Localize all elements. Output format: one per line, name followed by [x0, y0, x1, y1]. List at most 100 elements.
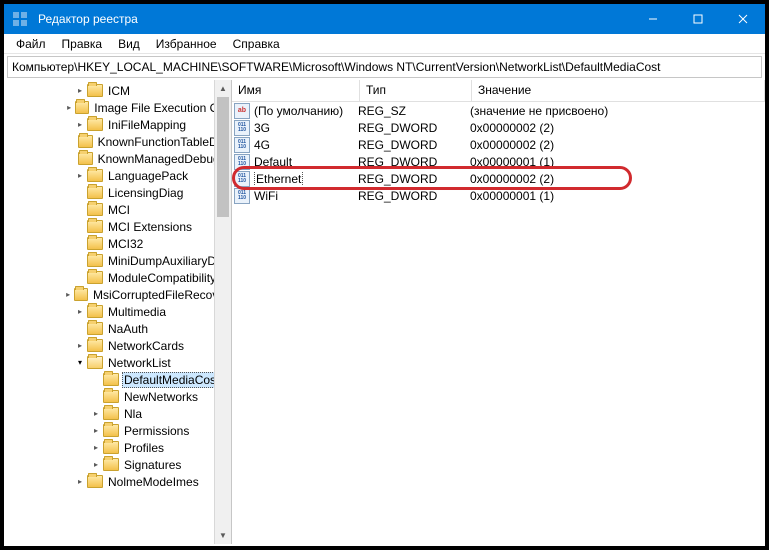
maximize-button[interactable] [675, 4, 720, 34]
tree-node[interactable]: MCI [6, 201, 231, 218]
tree-node[interactable]: ▸ Profiles [6, 439, 231, 456]
tree-node-label: Profiles [122, 441, 166, 455]
col-name[interactable]: Имя [232, 80, 360, 101]
titlebar[interactable]: Редактор реестра [4, 4, 765, 34]
tree-node[interactable]: NaAuth [6, 320, 231, 337]
menu-help[interactable]: Справка [225, 35, 288, 53]
chevron-right-icon[interactable]: ▸ [90, 408, 102, 420]
tree-node[interactable]: ▸NolmeModeImes [6, 473, 231, 490]
folder-icon [87, 220, 103, 233]
value-row[interactable]: 011110DefaultREG_DWORD0x00000001 (1) [232, 153, 765, 170]
tree-node-label: MiniDumpAuxiliaryDlls [106, 254, 229, 268]
tree-node[interactable]: ModuleCompatibility [6, 269, 231, 286]
chevron-right-icon[interactable]: ▸ [74, 119, 86, 131]
twisty-none [74, 323, 86, 335]
folder-icon [87, 356, 103, 369]
minimize-button[interactable] [630, 4, 675, 34]
tree-node[interactable]: ▾ NetworkList [6, 354, 231, 371]
value-row[interactable]: 0111103GREG_DWORD0x00000002 (2) [232, 119, 765, 136]
col-value[interactable]: Значение [472, 80, 765, 101]
tree-node[interactable]: MiniDumpAuxiliaryDlls [6, 252, 231, 269]
tree-node-label: MsiCorruptedFileRecover [91, 288, 231, 302]
value-name: (По умолчанию) [254, 104, 358, 118]
value-row[interactable]: 0111104GREG_DWORD0x00000002 (2) [232, 136, 765, 153]
col-type[interactable]: Тип [360, 80, 472, 101]
folder-icon [87, 254, 103, 267]
value-name: Ethernet [254, 172, 358, 186]
tree-node[interactable]: ▸IniFileMapping [6, 116, 231, 133]
tree-node[interactable]: ▸Multimedia [6, 303, 231, 320]
folder-icon [87, 339, 103, 352]
chevron-right-icon[interactable]: ▸ [74, 170, 86, 182]
chevron-right-icon[interactable]: ▸ [74, 340, 86, 352]
tree-node-label: NetworkList [106, 356, 173, 370]
folder-icon [103, 458, 119, 471]
value-name: 3G [254, 121, 358, 135]
tree-node[interactable]: LicensingDiag [6, 184, 231, 201]
value-type: REG_DWORD [358, 172, 470, 186]
close-button[interactable] [720, 4, 765, 34]
chevron-right-icon[interactable]: ▸ [90, 442, 102, 454]
twisty-none [90, 391, 102, 403]
twisty-none [74, 204, 86, 216]
value-row[interactable]: 011110EthernetREG_DWORD0x00000002 (2) [232, 170, 765, 187]
folder-icon [75, 101, 89, 114]
scroll-thumb[interactable] [217, 97, 229, 217]
tree-node-label: Nla [122, 407, 144, 421]
values-pane: Имя Тип Значение ab(По умолчанию)REG_SZ(… [232, 80, 765, 544]
tree-node-label: ICM [106, 84, 132, 98]
tree-node[interactable]: ▸Permissions [6, 422, 231, 439]
tree-node[interactable]: ▸ ICM [6, 82, 231, 99]
tree-node[interactable]: ▸Image File Execution Opt [6, 99, 231, 116]
chevron-right-icon[interactable]: ▸ [63, 289, 73, 301]
chevron-right-icon[interactable]: ▸ [74, 85, 86, 97]
scroll-up[interactable]: ▲ [215, 80, 231, 97]
value-type: REG_DWORD [358, 155, 470, 169]
tree-scrollbar[interactable]: ▲ ▼ [214, 80, 231, 544]
folder-icon [87, 305, 103, 318]
folder-icon [87, 475, 103, 488]
tree-node[interactable]: MCI32 [6, 235, 231, 252]
folder-icon [87, 322, 103, 335]
tree-node[interactable]: ▸Signatures [6, 456, 231, 473]
tree-node[interactable]: MCI Extensions [6, 218, 231, 235]
dword-value-icon: 011110 [234, 171, 250, 187]
value-type: REG_DWORD [358, 121, 470, 135]
tree-node[interactable]: DefaultMediaCost [6, 371, 231, 388]
value-data: (значение не присвоено) [470, 104, 765, 118]
value-row[interactable]: 011110WiFiREG_DWORD0x00000001 (1) [232, 187, 765, 204]
tree-node[interactable]: NewNetworks [6, 388, 231, 405]
twisty-none [74, 187, 86, 199]
menu-view[interactable]: Вид [110, 35, 148, 53]
tree-node-label: LanguagePack [106, 169, 190, 183]
chevron-right-icon[interactable]: ▸ [90, 459, 102, 471]
registry-tree[interactable]: ▸ ICM▸Image File Execution Opt▸IniFileMap… [4, 80, 232, 544]
value-data: 0x00000002 (2) [470, 138, 765, 152]
menu-file[interactable]: Файл [8, 35, 54, 53]
tree-node-label: MCI32 [106, 237, 145, 251]
twisty-none [74, 221, 86, 233]
folder-icon [103, 407, 119, 420]
chevron-down-icon[interactable]: ▾ [74, 357, 86, 369]
folder-icon [87, 237, 103, 250]
chevron-right-icon[interactable]: ▸ [74, 476, 86, 488]
value-data: 0x00000002 (2) [470, 121, 765, 135]
value-row[interactable]: ab(По умолчанию)REG_SZ(значение не присв… [232, 102, 765, 119]
tree-node[interactable]: ▸ Nla [6, 405, 231, 422]
tree-node[interactable]: ▸NetworkCards [6, 337, 231, 354]
chevron-right-icon[interactable]: ▸ [64, 102, 74, 114]
menu-edit[interactable]: Правка [54, 35, 111, 53]
scroll-down[interactable]: ▼ [215, 527, 231, 544]
twisty-none [74, 255, 86, 267]
menu-favorites[interactable]: Избранное [148, 35, 225, 53]
chevron-right-icon[interactable]: ▸ [74, 306, 86, 318]
menubar: Файл Правка Вид Избранное Справка [4, 34, 765, 54]
folder-icon [87, 169, 103, 182]
tree-node[interactable]: KnownFunctionTableDlls [6, 133, 231, 150]
chevron-right-icon[interactable]: ▸ [90, 425, 102, 437]
address-bar[interactable]: Компьютер\HKEY_LOCAL_MACHINE\SOFTWARE\Mi… [7, 56, 762, 78]
tree-node[interactable]: ▸ LanguagePack [6, 167, 231, 184]
tree-node[interactable]: ▸ MsiCorruptedFileRecover [6, 286, 231, 303]
app-icon [10, 9, 30, 29]
tree-node[interactable]: KnownManagedDebuggi [6, 150, 231, 167]
